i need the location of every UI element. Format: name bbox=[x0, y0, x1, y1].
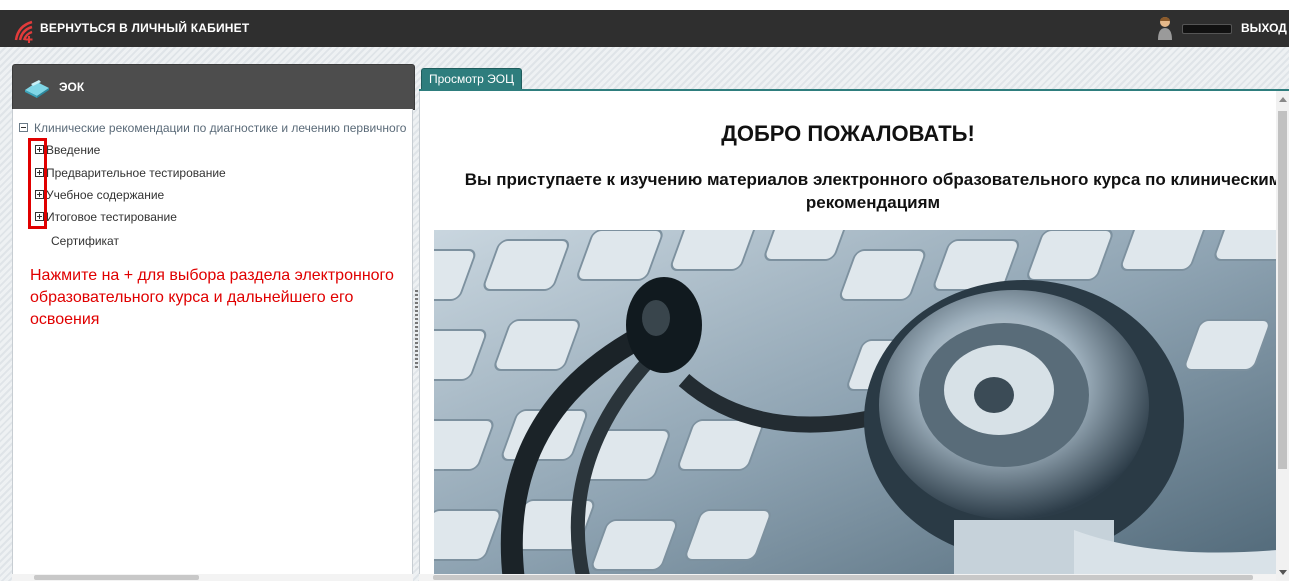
tree-item-certificate[interactable]: Сертификат bbox=[51, 234, 119, 248]
panel-splitter-handle[interactable] bbox=[415, 290, 418, 370]
tab-view-eoc[interactable]: Просмотр ЭОЦ bbox=[421, 68, 522, 89]
user-avatar-icon bbox=[1158, 17, 1172, 40]
sidebar-title: ЭОК bbox=[59, 80, 85, 94]
user-name-redacted bbox=[1182, 24, 1232, 34]
tree-root-node[interactable]: Клинические рекомендации по диагностике … bbox=[19, 121, 414, 135]
intro-text: Вы приступаете к изучению материалов эле… bbox=[464, 170, 1282, 212]
instruction-hint: Нажмите на + для выбора раздела электрон… bbox=[30, 267, 394, 328]
app-logo-icon[interactable] bbox=[12, 18, 36, 44]
content-vertical-scrollbar[interactable] bbox=[1276, 91, 1289, 581]
scrollbar-thumb[interactable] bbox=[1278, 111, 1287, 469]
top-bar: ВЕРНУТЬСЯ В ЛИЧНЫЙ КАБИНЕТ ВЫХОД bbox=[0, 0, 1289, 47]
tree-item-label[interactable]: Предварительное тестирование bbox=[46, 166, 226, 180]
course-tree-panel: Клинические рекомендации по диагностике … bbox=[12, 109, 413, 581]
stethoscope-image bbox=[434, 230, 1277, 581]
content-viewer: ДОБРО ПОЖАЛОВАТЬ! Вы приступаете к изуче… bbox=[419, 91, 1289, 581]
tree-item-label[interactable]: Итоговое тестирование bbox=[46, 210, 177, 224]
expand-buttons-highlight bbox=[28, 138, 47, 229]
tree-item-label[interactable]: Учебное содержание bbox=[46, 188, 164, 202]
scroll-down-icon[interactable] bbox=[1279, 570, 1287, 575]
back-to-cabinet-link[interactable]: ВЕРНУТЬСЯ В ЛИЧНЫЙ КАБИНЕТ bbox=[40, 21, 249, 35]
tree-item-label[interactable]: Введение bbox=[46, 143, 100, 157]
scroll-up-icon[interactable] bbox=[1279, 97, 1287, 102]
sidebar-header: ЭОК bbox=[12, 64, 415, 110]
logout-link[interactable]: ВЫХОД bbox=[1241, 21, 1287, 35]
tree-root-label[interactable]: Клинические рекомендации по диагностике … bbox=[34, 121, 406, 135]
sidebar-horizontal-scrollbar[interactable] bbox=[12, 574, 413, 581]
welcome-heading: ДОБРО ПОЖАЛОВАТЬ! bbox=[721, 121, 975, 146]
tree-item-pretest[interactable]: Предварительное тестирование bbox=[35, 166, 226, 180]
book-icon bbox=[25, 80, 49, 98]
tree-item-content[interactable]: Учебное содержание bbox=[35, 188, 164, 202]
tree-item-final-test[interactable]: Итоговое тестирование bbox=[35, 210, 177, 224]
collapse-icon[interactable] bbox=[19, 123, 28, 133]
scrollbar-thumb[interactable] bbox=[433, 575, 1253, 580]
scrollbar-thumb[interactable] bbox=[34, 575, 199, 580]
content-horizontal-scrollbar[interactable] bbox=[419, 574, 1276, 581]
